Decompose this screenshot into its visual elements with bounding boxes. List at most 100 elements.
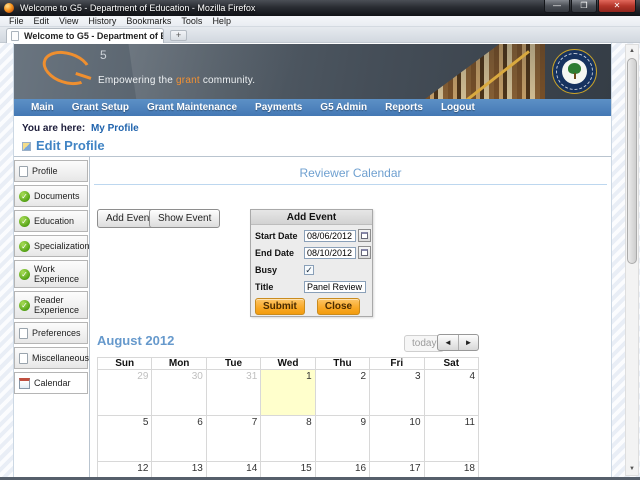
day-number: 1 (306, 371, 312, 382)
end-date-picker-button[interactable] (358, 246, 371, 259)
end-date-input[interactable] (304, 246, 356, 259)
next-month-icon[interactable]: ► (458, 335, 478, 350)
start-date-picker-button[interactable] (358, 229, 371, 242)
section-title: Reviewer Calendar (299, 166, 402, 180)
calendar-week-row: 12 13 14 15 16 17 18 (96, 461, 480, 477)
page-title-text: Edit Profile (36, 138, 105, 153)
close-icon[interactable]: ✕ (598, 0, 636, 13)
day-cell-16[interactable]: 16 (314, 461, 371, 477)
day-cell-4[interactable]: 4 (423, 369, 480, 416)
sidebar-item-reader-experience[interactable]: Reader Experience (14, 291, 88, 319)
calendar-body: 29 30 31 1 2 3 4 5 6 7 8 9 10 11 12 13 14 15 16 17 18 (96, 369, 480, 477)
browser-window: Welcome to G5 - Department of Education … (0, 0, 640, 480)
dialog-title: Add Event (251, 210, 372, 225)
day-cell-6[interactable]: 6 (151, 415, 207, 462)
menu-bookmarks[interactable]: Bookmarks (121, 16, 176, 26)
nav-payments[interactable]: Payments (246, 102, 311, 113)
department-of-education-seal-icon (552, 49, 597, 94)
day-cell-10[interactable]: 10 (369, 415, 425, 462)
field-control (304, 280, 366, 293)
day-number: 5 (142, 417, 149, 428)
prev-month-icon[interactable]: ◄ (438, 335, 458, 350)
day-cell-5[interactable]: 5 (96, 415, 153, 462)
breadcrumb-link-my-profile[interactable]: My Profile (91, 123, 139, 134)
day-cell-8[interactable]: 8 (260, 415, 316, 462)
close-button[interactable]: Close (316, 298, 361, 315)
check-icon (19, 240, 30, 252)
day-number: 9 (360, 417, 367, 428)
day-number: 7 (251, 417, 258, 428)
new-tab-button[interactable]: + (170, 30, 187, 41)
scrollbar-thumb[interactable] (627, 58, 637, 264)
menu-file[interactable]: File (4, 16, 29, 26)
menu-tools[interactable]: Tools (176, 16, 207, 26)
g5-logo-number: 5 (100, 48, 107, 62)
nav-grant-maintenance[interactable]: Grant Maintenance (138, 102, 246, 113)
day-cell-9[interactable]: 9 (314, 415, 371, 462)
g5-banner: 5 Empowering the grant community. (14, 44, 611, 99)
nav-logout[interactable]: Logout (432, 102, 484, 113)
sidebar-item-specialization[interactable]: Specialization (14, 235, 90, 257)
menu-view[interactable]: View (54, 16, 83, 26)
day-number: 18 (463, 463, 475, 474)
day-cell-18[interactable]: 18 (423, 461, 480, 477)
day-cell-2[interactable]: 2 (314, 369, 371, 416)
check-icon (19, 268, 30, 280)
sidebar-item-documents[interactable]: Documents (14, 185, 88, 207)
minimize-icon[interactable]: — (544, 0, 570, 13)
nav-g5-admin[interactable]: G5 Admin (311, 102, 376, 113)
scroll-up-icon[interactable]: ▲ (626, 45, 638, 57)
sidebar-item-label: Preferences (32, 328, 81, 338)
day-cell-15[interactable]: 15 (260, 461, 316, 477)
day-cell-30[interactable]: 30 (151, 369, 207, 416)
sidebar-item-label: Miscellaneous (32, 353, 90, 363)
g5-logo-icon (38, 45, 96, 91)
primary-nav: Main Grant Setup Grant Maintenance Payments… (14, 99, 611, 116)
title-input[interactable] (304, 280, 366, 293)
sidebar-item-preferences[interactable]: Preferences (14, 322, 88, 344)
sidebar-item-label: Specialization (34, 241, 90, 251)
tab-welcome-to-g5[interactable]: Welcome to G5 - Department of Edu... (6, 28, 164, 43)
maximize-icon[interactable]: ❐ (571, 0, 597, 13)
day-cell-29[interactable]: 29 (96, 369, 153, 416)
page-content: 5 Empowering the grant community. Main Gr… (13, 43, 612, 477)
field-row-busy: Busy ✓ (255, 261, 368, 278)
sidebar-item-label: Calendar (34, 378, 71, 388)
edit-form-icon (22, 142, 31, 151)
show-event-button[interactable]: Show Event (149, 209, 221, 228)
sidebar-item-calendar[interactable]: Calendar (14, 372, 88, 394)
menu-edit[interactable]: Edit (29, 16, 55, 26)
day-cell-3[interactable]: 3 (369, 369, 425, 416)
day-cell-31[interactable]: 31 (205, 369, 262, 416)
vertical-scrollbar[interactable]: ▲ ▼ (625, 44, 639, 476)
sidebar-item-miscellaneous[interactable]: Miscellaneous (14, 347, 90, 369)
busy-checkbox[interactable]: ✓ (304, 264, 314, 275)
sidebar-item-profile[interactable]: Profile (14, 160, 88, 182)
calendar-icon (361, 249, 368, 256)
tagline-pre: Empowering the (98, 75, 177, 86)
nav-reports[interactable]: Reports (376, 102, 432, 113)
day-cell-12[interactable]: 12 (96, 461, 153, 477)
day-cell-13[interactable]: 13 (151, 461, 207, 477)
day-cell-1[interactable]: 1 (260, 369, 316, 416)
sidebar-item-label: Reader Experience (34, 295, 80, 315)
page-icon (11, 31, 19, 41)
menu-history[interactable]: History (83, 16, 121, 26)
nav-main[interactable]: Main (22, 102, 63, 113)
start-date-input[interactable] (304, 229, 356, 242)
day-cell-11[interactable]: 11 (423, 415, 480, 462)
sidebar-item-work-experience[interactable]: Work Experience (14, 260, 88, 288)
nav-grant-setup[interactable]: Grant Setup (63, 102, 138, 113)
day-header-fri: Fri (369, 357, 425, 370)
day-cell-7[interactable]: 7 (205, 415, 262, 462)
sidebar-item-education[interactable]: Education (14, 210, 88, 232)
scroll-down-icon[interactable]: ▼ (626, 463, 638, 475)
start-date-label: Start Date (255, 230, 298, 241)
day-header-sat: Sat (423, 357, 480, 370)
day-cell-17[interactable]: 17 (369, 461, 425, 477)
sidebar-item-label: Education (34, 216, 75, 226)
page-icon (19, 352, 28, 364)
submit-button[interactable]: Submit (255, 298, 305, 315)
day-cell-14[interactable]: 14 (205, 461, 262, 477)
menu-help[interactable]: Help (207, 16, 236, 26)
